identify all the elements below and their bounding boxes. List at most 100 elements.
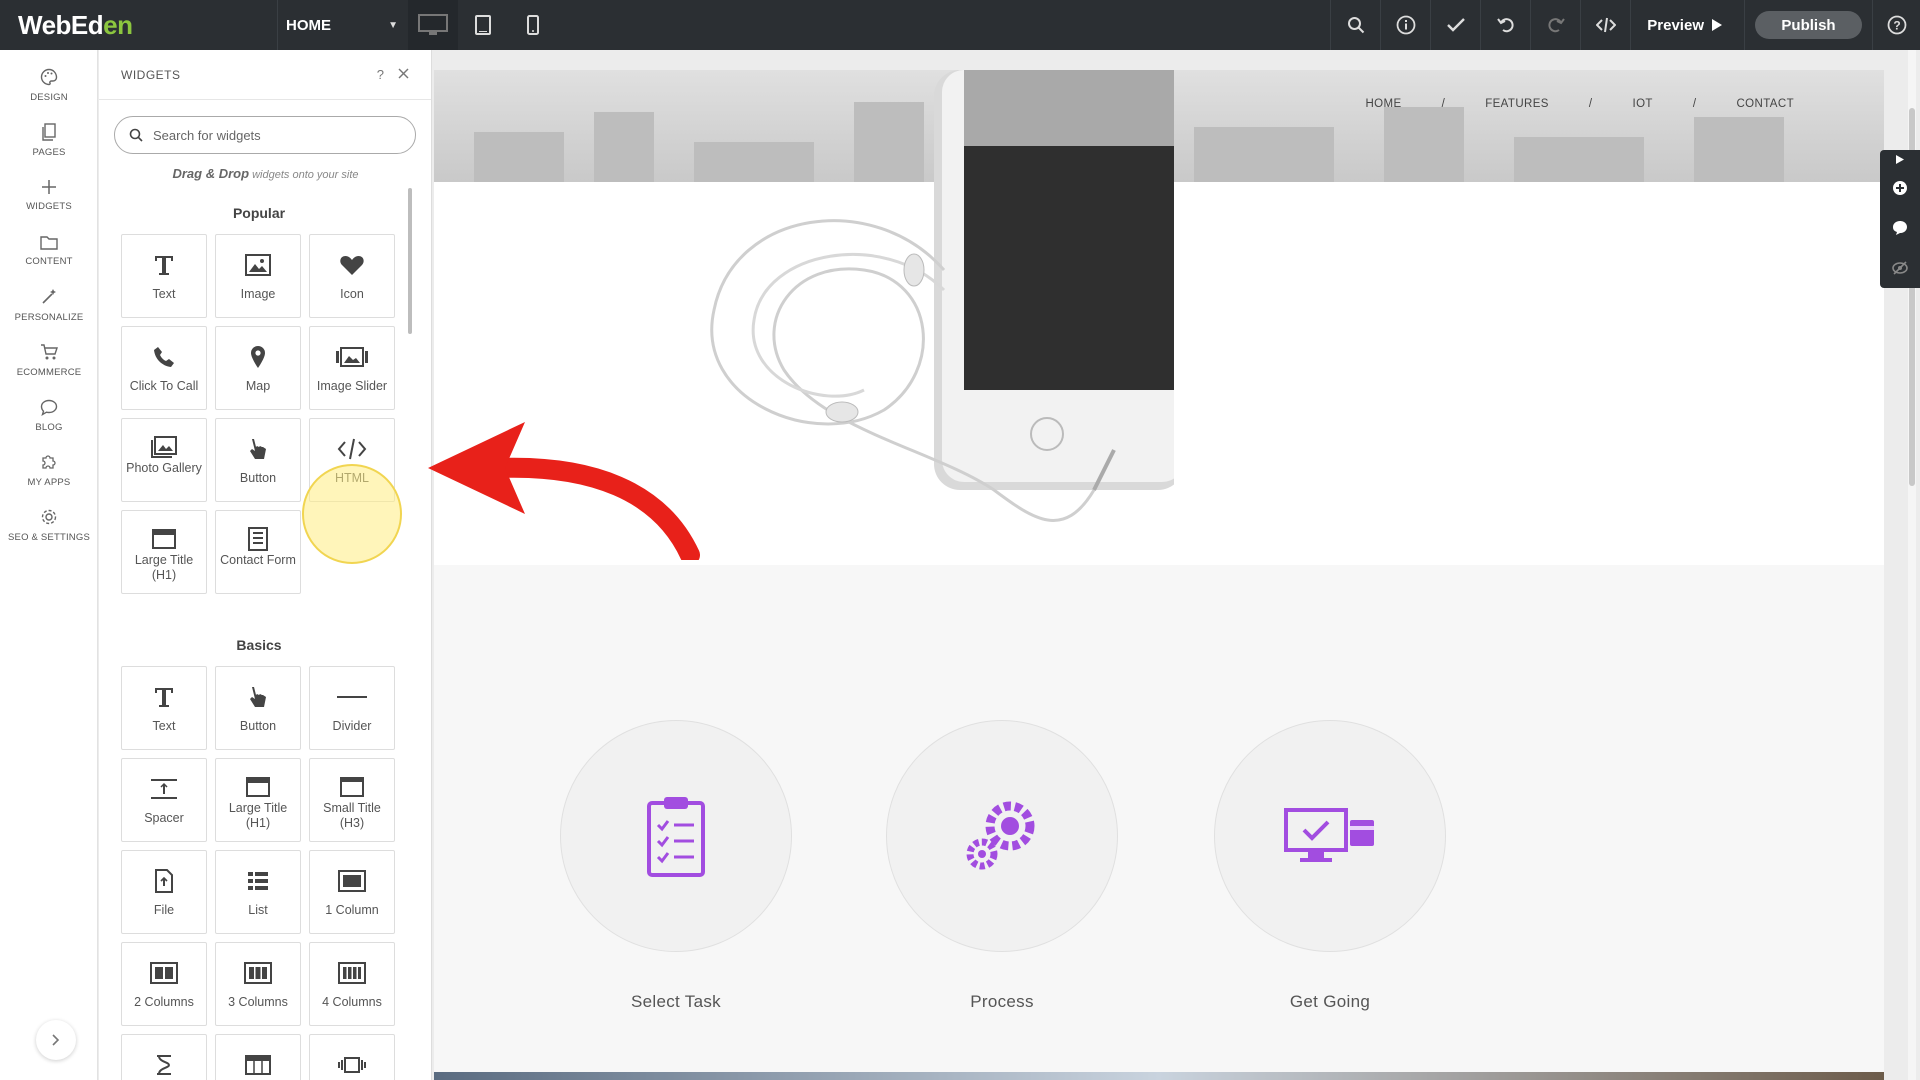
rail-label: BLOG bbox=[35, 421, 63, 433]
widget-tile-small-title[interactable]: Small Title (H3) bbox=[309, 758, 395, 842]
widget-tile-partial[interactable] bbox=[215, 1034, 301, 1080]
widget-tile-4-columns[interactable]: 4 Columns bbox=[309, 942, 395, 1026]
add-section-button[interactable] bbox=[1880, 168, 1920, 208]
rail-item-my-apps[interactable]: MY APPS bbox=[0, 443, 98, 498]
rail-label: PAGES bbox=[32, 147, 66, 158]
large-title-icon bbox=[246, 773, 270, 801]
rail-item-ecommerce[interactable]: ECOMMERCE bbox=[0, 333, 98, 388]
redo-icon bbox=[1548, 18, 1565, 33]
search-icon bbox=[129, 128, 143, 142]
collapse-tools-button[interactable] bbox=[1880, 150, 1920, 168]
preview-button[interactable]: Preview bbox=[1630, 0, 1744, 50]
three-columns-icon bbox=[244, 957, 272, 989]
nav-link-contact[interactable]: CONTACT bbox=[1736, 98, 1794, 110]
widget-tile-file[interactable]: File bbox=[121, 850, 207, 934]
nav-link-features[interactable]: FEATURES bbox=[1485, 98, 1549, 110]
left-navigation-rail: DESIGN PAGES WIDGETS CONTENT PERSONALIZE… bbox=[0, 50, 98, 1080]
widget-tile-map[interactable]: Map bbox=[215, 326, 301, 410]
widget-tile-text[interactable]: Text bbox=[121, 666, 207, 750]
feature-label: Select Task bbox=[631, 992, 721, 1011]
info-button[interactable] bbox=[1380, 0, 1430, 50]
feature-label: Process bbox=[970, 992, 1034, 1011]
widget-tile-icon[interactable]: Icon bbox=[309, 234, 395, 318]
search-button[interactable] bbox=[1330, 0, 1380, 50]
widget-tile-text[interactable]: Text bbox=[121, 234, 207, 318]
pages-icon bbox=[42, 123, 56, 141]
mobile-view-button[interactable] bbox=[508, 0, 558, 50]
play-icon bbox=[1712, 19, 1722, 31]
webeden-logo[interactable]: WebEd en bbox=[0, 0, 278, 50]
text-icon bbox=[152, 249, 176, 281]
hero-section[interactable]: HOME / FEATURES / IOT / CONTACT bbox=[434, 70, 1884, 565]
rail-item-pages[interactable]: PAGES bbox=[0, 113, 98, 168]
widget-tile-click-to-call[interactable]: Click To Call bbox=[121, 326, 207, 410]
nav-separator: / bbox=[1441, 98, 1446, 110]
rail-item-seo-settings[interactable]: SEO & SETTINGS bbox=[0, 498, 98, 553]
panel-help-button[interactable]: ? bbox=[377, 67, 384, 82]
widget-tile-1-column[interactable]: 1 Column bbox=[309, 850, 395, 934]
widgets-panel: WIDGETS ? Drag & Drop widgets onto your … bbox=[99, 50, 432, 1080]
chevron-down-icon: ▼ bbox=[388, 19, 398, 31]
save-check-button[interactable] bbox=[1430, 0, 1480, 50]
widget-tile-spacer[interactable]: Spacer bbox=[121, 758, 207, 842]
feature-select-task[interactable]: Select Task bbox=[560, 720, 792, 1020]
rail-item-blog[interactable]: BLOG bbox=[0, 388, 98, 443]
rail-item-content[interactable]: CONTENT bbox=[0, 223, 98, 278]
plus-icon bbox=[42, 180, 56, 194]
rail-item-widgets[interactable]: WIDGETS bbox=[0, 168, 98, 223]
widget-tile-large-title[interactable]: Large Title (H1) bbox=[121, 510, 207, 594]
close-panel-button[interactable] bbox=[398, 67, 409, 82]
redo-button[interactable] bbox=[1530, 0, 1580, 50]
rail-item-design[interactable]: DESIGN bbox=[0, 58, 98, 113]
feature-get-going[interactable]: Get Going bbox=[1214, 720, 1446, 1020]
phone-icon bbox=[153, 341, 175, 373]
puzzle-icon bbox=[42, 455, 56, 469]
publish-button[interactable]: Publish bbox=[1755, 11, 1862, 39]
preview-label: Preview bbox=[1647, 16, 1704, 34]
comments-button[interactable] bbox=[1880, 208, 1920, 248]
nav-separator: / bbox=[1692, 98, 1697, 110]
monitor-check-icon bbox=[1284, 808, 1374, 862]
gears-icon bbox=[966, 801, 1035, 870]
widget-tile-divider[interactable]: Divider bbox=[309, 666, 395, 750]
widget-search-box bbox=[114, 116, 416, 154]
widget-tile-partial[interactable] bbox=[309, 1034, 395, 1080]
widget-tile-2-columns[interactable]: 2 Columns bbox=[121, 942, 207, 1026]
list-icon bbox=[248, 865, 268, 897]
widget-tile-button[interactable]: Button bbox=[215, 418, 301, 502]
rail-item-personalize[interactable]: PERSONALIZE bbox=[0, 278, 98, 333]
expand-panel-button[interactable] bbox=[36, 1020, 76, 1060]
widget-tile-partial[interactable] bbox=[121, 1034, 207, 1080]
tablet-view-button[interactable] bbox=[458, 0, 508, 50]
widget-search-input[interactable] bbox=[153, 127, 393, 143]
help-button[interactable]: ? bbox=[1872, 0, 1920, 50]
widget-tile-3-columns[interactable]: 3 Columns bbox=[215, 942, 301, 1026]
widget-tile-large-title[interactable]: Large Title (H1) bbox=[215, 758, 301, 842]
widget-tile-photo-gallery[interactable]: Photo Gallery bbox=[121, 418, 207, 502]
desktop-view-button[interactable] bbox=[408, 0, 458, 50]
nav-link-iot[interactable]: IOT bbox=[1632, 98, 1652, 110]
hourglass-icon bbox=[155, 1049, 173, 1080]
widget-tile-contact-form[interactable]: Contact Form bbox=[215, 510, 301, 594]
code-view-button[interactable] bbox=[1580, 0, 1630, 50]
hide-elements-button[interactable] bbox=[1880, 248, 1920, 288]
cart-icon bbox=[41, 343, 58, 359]
undo-button[interactable] bbox=[1480, 0, 1530, 50]
widgets-panel-header: WIDGETS ? bbox=[99, 50, 431, 100]
widget-tile-image[interactable]: Image bbox=[215, 234, 301, 318]
drag-drop-hint: Drag & Drop widgets onto your site bbox=[172, 166, 359, 181]
widget-tile-html[interactable]: HTML bbox=[309, 418, 395, 502]
basics-widgets-grid: Text Button Divider Spacer Large Title (… bbox=[121, 666, 395, 1080]
features-section[interactable]: Select Task Process Get Going bbox=[434, 565, 1884, 1080]
page-selector[interactable]: HOME ▼ bbox=[278, 0, 408, 50]
basics-section-title: Basics bbox=[236, 637, 282, 653]
code-icon bbox=[1595, 17, 1616, 33]
widget-tile-image-slider[interactable]: Image Slider bbox=[309, 326, 395, 410]
top-toolbar: WebEd en HOME ▼ Preview Publish ? bbox=[0, 0, 1920, 50]
feature-process[interactable]: Process bbox=[886, 720, 1118, 1020]
widget-tile-list[interactable]: List bbox=[215, 850, 301, 934]
widget-tile-button[interactable]: Button bbox=[215, 666, 301, 750]
four-columns-icon bbox=[338, 957, 366, 989]
nav-link-home[interactable]: HOME bbox=[1365, 98, 1401, 110]
rail-label: MY APPS bbox=[27, 477, 71, 488]
